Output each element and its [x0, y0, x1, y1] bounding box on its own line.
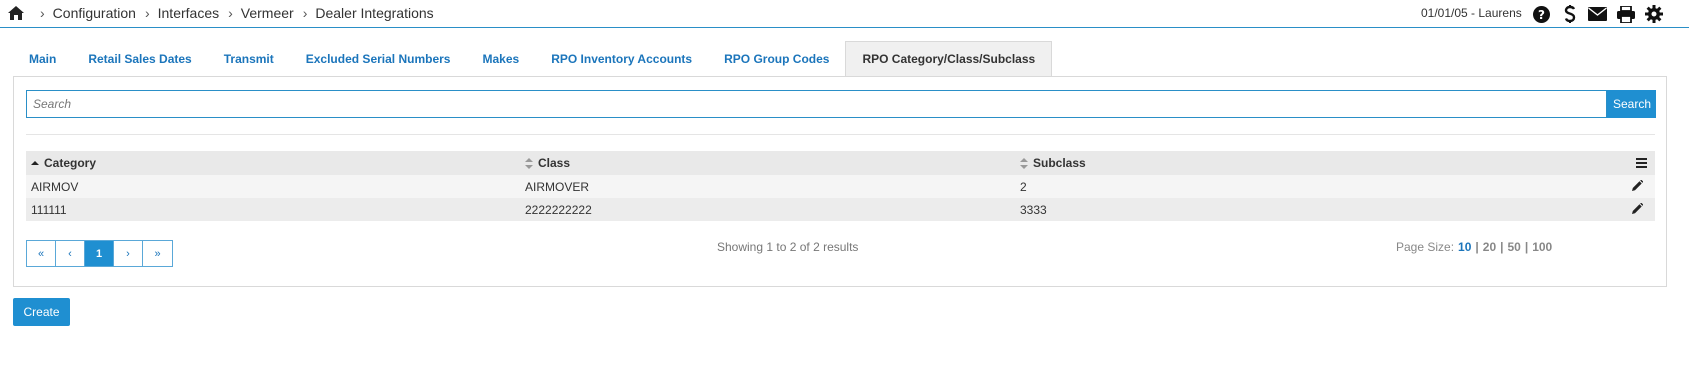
top-bar: › Configuration › Interfaces › Vermeer ›… [0, 0, 1689, 28]
user-info[interactable]: 01/01/05 - Laurens [1421, 6, 1522, 20]
tab-rpo-group-codes[interactable]: RPO Group Codes [708, 41, 845, 76]
page-size-20[interactable]: 20 [1483, 240, 1496, 254]
breadcrumb-separator: › [302, 5, 308, 21]
table-header: Category Class Subclass [26, 151, 1655, 175]
page-size-label: Page Size: [1396, 240, 1455, 254]
breadcrumb-interfaces[interactable]: Interfaces [158, 5, 219, 21]
breadcrumb-separator: › [144, 5, 150, 21]
svg-text:?: ? [1538, 8, 1545, 22]
print-icon[interactable] [1616, 5, 1635, 23]
column-header-subclass[interactable]: Subclass [1020, 151, 1086, 175]
pagination: « ‹ 1 › » [26, 240, 173, 267]
header-icon-bar: ? [1532, 5, 1663, 23]
gear-icon[interactable] [1644, 5, 1663, 23]
table-row[interactable]: AIRMOV AIRMOVER 2 [26, 175, 1655, 198]
search-bar: Search [26, 90, 1656, 118]
last-page-button[interactable]: » [143, 241, 172, 266]
breadcrumb-dealer-integrations: Dealer Integrations [315, 5, 434, 21]
tab-transmit[interactable]: Transmit [208, 41, 290, 76]
breadcrumb-vermeer[interactable]: Vermeer [241, 5, 294, 21]
breadcrumb: › Configuration › Interfaces › Vermeer ›… [40, 5, 443, 21]
page-1-button[interactable]: 1 [85, 241, 114, 266]
cell-category: 111111 [31, 202, 67, 217]
cell-class: AIRMOVER [525, 179, 590, 194]
mail-icon[interactable] [1588, 5, 1607, 23]
page-size-100[interactable]: 100 [1532, 240, 1552, 254]
page-size-divider: | [1500, 240, 1504, 254]
column-header-class[interactable]: Class [525, 151, 570, 175]
data-table: Category Class Subclass AIRMOV AIRMOVER [26, 151, 1655, 221]
breadcrumb-configuration[interactable]: Configuration [53, 5, 136, 21]
page-size-divider: | [1524, 240, 1529, 254]
sort-unsorted-icon [525, 157, 533, 169]
next-page-button[interactable]: › [114, 241, 143, 266]
column-header-label: Category [44, 156, 97, 170]
tab-bar: Main Retail Sales Dates Transmit Exclude… [13, 41, 1053, 76]
table-row[interactable]: 111111 2222222222 3333 [26, 198, 1655, 221]
edit-icon[interactable] [1631, 202, 1644, 215]
cell-subclass: 2 [1020, 179, 1027, 194]
edit-icon[interactable] [1631, 179, 1644, 192]
page-size-50[interactable]: 50 [1507, 240, 1520, 254]
sort-ascending-icon [31, 160, 39, 166]
search-input[interactable] [26, 90, 1607, 118]
tab-rpo-category-class-subclass[interactable]: RPO Category/Class/Subclass [845, 41, 1053, 76]
tab-makes[interactable]: Makes [466, 41, 535, 76]
tab-retail-sales-dates[interactable]: Retail Sales Dates [72, 41, 207, 76]
dollar-icon[interactable] [1560, 5, 1579, 23]
create-button[interactable]: Create [13, 298, 70, 326]
cell-class: 2222222222 [525, 202, 592, 217]
breadcrumb-separator: › [40, 5, 45, 21]
column-header-label: Subclass [1033, 156, 1086, 170]
results-summary: Showing 1 to 2 of 2 results [717, 240, 859, 254]
page-size-divider: | [1475, 240, 1479, 254]
prev-page-button[interactable]: ‹ [56, 241, 85, 266]
cell-subclass: 3333 [1020, 202, 1047, 217]
tab-excluded-serial-numbers[interactable]: Excluded Serial Numbers [290, 41, 467, 76]
content-panel: Search Category Class Subclass [13, 76, 1667, 287]
tab-main[interactable]: Main [13, 41, 72, 76]
first-page-button[interactable]: « [27, 241, 56, 266]
page-size-selector: Page Size: 10 | 20 | 50 | 100 [1396, 240, 1552, 254]
cell-category: AIRMOV [31, 179, 79, 194]
column-header-category[interactable]: Category [31, 151, 96, 175]
divider [26, 134, 1655, 135]
home-icon[interactable] [8, 6, 24, 20]
search-button[interactable]: Search [1607, 90, 1656, 118]
column-menu-icon[interactable] [1636, 157, 1647, 168]
column-header-label: Class [538, 156, 571, 170]
page-size-10[interactable]: 10 [1458, 240, 1471, 254]
sort-unsorted-icon [1020, 157, 1028, 169]
help-icon[interactable]: ? [1532, 5, 1551, 23]
breadcrumb-separator: › [228, 5, 233, 21]
tab-rpo-inventory-accounts[interactable]: RPO Inventory Accounts [535, 41, 708, 76]
